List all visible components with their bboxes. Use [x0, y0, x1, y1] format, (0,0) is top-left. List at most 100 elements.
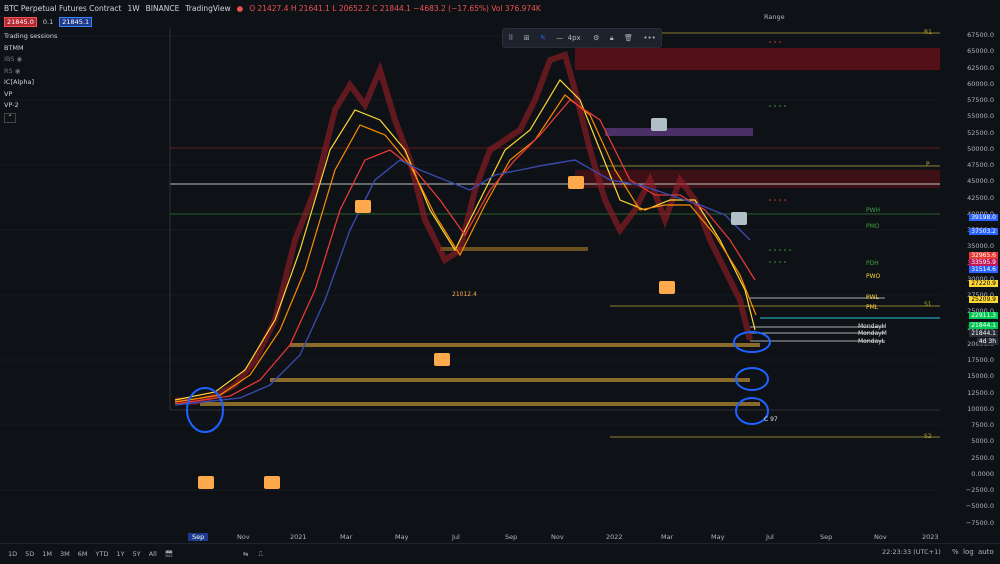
- price-tick: 35000.0: [967, 242, 994, 251]
- price-tick: 7500.0: [971, 421, 994, 429]
- level-pdh: PDH: [866, 260, 879, 267]
- time-axis[interactable]: Sep Nov 2021 Mar May Jul Sep Nov 2022 Mar May Jul Se…: [0, 531, 940, 543]
- interval-label[interactable]: 1W: [127, 4, 139, 13]
- price-tick: 55000.0: [967, 112, 994, 121]
- line-width-button[interactable]: — 4px: [554, 34, 584, 42]
- level-r1: R1: [924, 29, 932, 36]
- settings-gear-icon[interactable]: ⚙: [591, 34, 601, 42]
- replay-icon[interactable]: ⎍: [254, 550, 267, 559]
- percent-toggle[interactable]: %: [952, 548, 959, 556]
- timeframe-1d-button[interactable]: 1D: [4, 550, 21, 558]
- price-tick: 52500.0: [967, 128, 994, 137]
- time-tick: Jul: [766, 533, 774, 541]
- timeframe-group: 1D 5D 1M 3M 6M YTD 1Y 5Y All: [0, 550, 161, 558]
- time-tick: 2023: [922, 533, 939, 541]
- price-tick: 5000.0: [971, 437, 994, 446]
- templates-icon[interactable]: ⊞: [522, 34, 532, 42]
- drag-handle-icon[interactable]: ⠿: [506, 34, 515, 42]
- level-pmo: PMO: [866, 223, 880, 230]
- log-toggle[interactable]: log: [963, 548, 974, 556]
- time-tick: May: [395, 533, 409, 541]
- time-tick: 2021: [290, 533, 307, 541]
- buy-price-button[interactable]: 21845.1: [59, 17, 93, 27]
- price-tick: −2500.0: [965, 486, 994, 494]
- timeframe-1m-button[interactable]: 1M: [38, 550, 56, 558]
- time-tick: Jul: [452, 533, 460, 541]
- price-tag: 33595.9: [969, 259, 998, 266]
- price-tag: 39198.0: [969, 214, 998, 221]
- status-dot-icon: ●: [236, 3, 244, 13]
- exchange-label: BINANCE: [145, 3, 180, 13]
- auto-toggle[interactable]: auto: [978, 548, 994, 556]
- price-tick: 60000.0: [967, 79, 994, 88]
- price-tick: −7500.0: [965, 518, 994, 527]
- price-tick: 17500.0: [967, 356, 994, 364]
- price-tick: 0.0000: [971, 469, 994, 478]
- legend-ibs[interactable]: IBS ◉: [4, 54, 57, 66]
- time-tick: Sep: [188, 533, 209, 541]
- price-tick: 50000.0: [967, 144, 994, 153]
- chart-header: BTC Perpetual Futures Contract 1W BINANC…: [0, 0, 1000, 16]
- ohlc-readout: O 21427.4 H 21641.1 L 20652.2 C 21844.1 …: [249, 3, 541, 13]
- pen-color-icon[interactable]: ✎: [538, 34, 548, 42]
- legend-vp[interactable]: VP: [4, 89, 57, 101]
- price-tag: 27220.9: [969, 280, 998, 287]
- legend-vp2[interactable]: VP-2: [4, 100, 57, 112]
- c97-label: C 97: [764, 416, 778, 423]
- level-pml: PML: [866, 304, 879, 311]
- more-options-icon[interactable]: •••: [641, 34, 657, 42]
- time-tick: Mar: [340, 533, 353, 541]
- level-monday-h: MondayH: [858, 323, 887, 330]
- legend-btmm[interactable]: BTMM: [4, 43, 57, 55]
- price-tag: 37503.2: [969, 228, 998, 235]
- price-axis[interactable]: 67500.0 65000.0 62500.0 60000.0 57500.0 55000…: [940, 0, 1000, 543]
- level-pwl: PWL: [866, 294, 879, 301]
- price-tag: 4d 3h: [976, 338, 998, 345]
- symbol-title[interactable]: BTC Perpetual Futures Contract: [4, 4, 121, 13]
- price-tick: 62500.0: [967, 63, 994, 72]
- price-tick: −5000.0: [965, 502, 994, 511]
- legend-ic[interactable]: IC[Alpha]: [4, 77, 57, 89]
- bottom-toolbar: 1D 5D 1M 3M 6M YTD 1Y 5Y All 📅︎ ⇆ ⎍: [0, 543, 1000, 564]
- level-monday-m: MondayM: [858, 330, 887, 337]
- time-tick: Nov: [551, 533, 564, 541]
- lock-icon[interactable]: 🔒︎: [608, 34, 616, 43]
- chart-canvas[interactable]: [0, 0, 940, 543]
- low-price-label: 21012.4: [452, 291, 477, 298]
- compare-icon[interactable]: ⇆: [237, 550, 254, 558]
- price-tick: 12500.0: [967, 388, 994, 397]
- calendar-icon[interactable]: 📅︎: [161, 550, 177, 558]
- timeframe-5d-button[interactable]: 5D: [21, 550, 38, 558]
- time-tick: May: [711, 533, 725, 541]
- source-label: TradingView: [185, 3, 231, 13]
- level-pwh: PWH: [866, 207, 881, 214]
- price-tag: 22911.3: [969, 312, 998, 319]
- eye-icon[interactable]: ◉: [15, 67, 21, 75]
- price-tag: 32965.6: [969, 252, 998, 259]
- drawing-toolbar: ⠿ ⊞ ✎ — 4px ⚙ 🔒︎ 🗑︎ •••: [502, 28, 662, 48]
- spread-value: 0.1: [42, 18, 54, 26]
- time-tick: Mar: [661, 533, 674, 541]
- price-tick: 2500.0: [971, 453, 994, 462]
- timeframe-1y-button[interactable]: 1Y: [112, 550, 128, 558]
- legend-rs[interactable]: RS ◉: [4, 66, 57, 78]
- sell-price-button[interactable]: 21845.0: [4, 17, 37, 27]
- timeframe-5y-button[interactable]: 5Y: [129, 550, 145, 558]
- bid-ask-bar: 21845.0 0.1 21845.1: [4, 17, 93, 27]
- collapse-legend-button[interactable]: ⌃: [4, 112, 16, 123]
- price-tick: 10000.0: [967, 404, 994, 413]
- trash-icon[interactable]: 🗑︎: [622, 34, 635, 42]
- level-s2: S2: [924, 433, 932, 440]
- price-tag: 21844.1: [969, 330, 998, 337]
- timeframe-all-button[interactable]: All: [145, 550, 161, 558]
- timeframe-ytd-button[interactable]: YTD: [92, 550, 113, 558]
- legend-trading-sessions[interactable]: Trading sessions: [4, 31, 57, 43]
- range-label: Range: [764, 13, 785, 21]
- price-tick: 67500.0: [967, 31, 994, 39]
- time-tick: Sep: [820, 533, 833, 541]
- timeframe-3m-button[interactable]: 3M: [56, 550, 74, 558]
- price-tag: 25209.9: [969, 296, 998, 303]
- clock[interactable]: 22:23:33 (UTC+1): [882, 548, 941, 556]
- eye-icon[interactable]: ◉: [16, 55, 22, 63]
- timeframe-6m-button[interactable]: 6M: [74, 550, 92, 558]
